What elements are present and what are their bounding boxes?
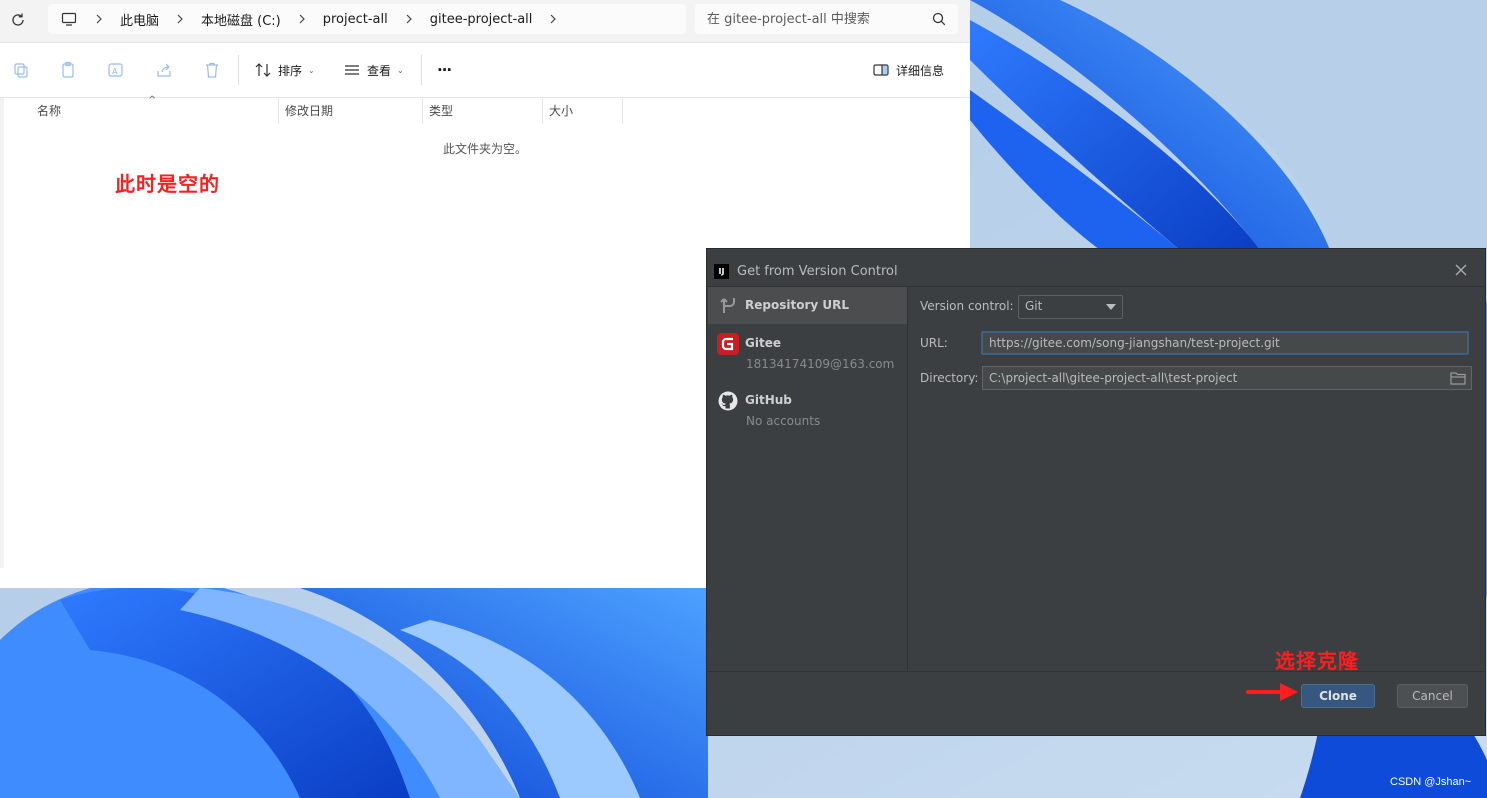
search-box[interactable] (695, 4, 958, 34)
directory-field[interactable] (982, 366, 1472, 390)
repository-url-form: Version control: Git URL: Directory: (908, 287, 1484, 671)
more-options-button[interactable]: ··· (437, 58, 452, 82)
directory-label: Directory: (920, 371, 979, 385)
close-button[interactable] (1452, 262, 1470, 280)
url-field[interactable] (981, 331, 1469, 355)
copy-icon[interactable] (60, 61, 78, 79)
chevron-right-icon (96, 14, 102, 24)
cancel-button[interactable]: Cancel (1397, 684, 1468, 708)
chevron-down-icon (1106, 304, 1116, 310)
navigation-pane-edge[interactable] (0, 98, 4, 568)
watermark: CSDN @Jshan~ (1390, 776, 1472, 788)
toolbar-divider (238, 55, 239, 85)
column-divider[interactable] (422, 98, 423, 124)
sort-icon (255, 63, 271, 77)
vcs-source-list: Repository URL Gitee 18134174109@163.com… (708, 287, 908, 671)
svg-text:A: A (112, 67, 118, 76)
empty-folder-message: 此文件夹为空。 (442, 142, 527, 156)
intellij-logo-icon: IJ (714, 264, 729, 279)
column-header-name[interactable]: 名称 (37, 98, 61, 124)
share-icon[interactable] (155, 61, 173, 79)
column-header-date[interactable]: 修改日期 (285, 98, 333, 124)
sidebar-item-account: 18134174109@163.com (746, 357, 895, 371)
breadcrumb-item[interactable]: 此电脑 (120, 10, 159, 29)
command-bar: A 排序 ⌄ 查看 ⌄ ··· 详细信息 (0, 43, 970, 98)
version-control-label: Version control: (920, 299, 1014, 313)
browse-folder-icon[interactable] (1450, 371, 1466, 385)
sort-button[interactable]: 排序 ⌄ (254, 58, 315, 82)
clone-button[interactable]: Clone (1301, 684, 1375, 708)
column-divider[interactable] (622, 98, 623, 124)
sidebar-item-gitee[interactable]: Gitee 18134174109@163.com (708, 324, 907, 381)
sidebar-item-label: GitHub (745, 393, 792, 407)
chevron-right-icon[interactable] (546, 12, 560, 26)
dialog-title: Get from Version Control (737, 264, 898, 279)
delete-icon[interactable] (203, 61, 221, 79)
refresh-icon (12, 13, 24, 26)
search-input[interactable] (707, 10, 922, 28)
computer-icon (60, 10, 78, 28)
breadcrumb[interactable]: 此电脑 本地磁盘 (C:) project-all gitee-project-… (48, 4, 686, 34)
column-divider[interactable] (278, 98, 279, 124)
details-label: 详细信息 (896, 63, 945, 78)
details-pane-button[interactable]: 详细信息 (872, 58, 944, 82)
column-header-type[interactable]: 类型 (429, 98, 453, 124)
breadcrumb-item[interactable]: 本地磁盘 (C:) (201, 10, 281, 29)
repository-url-icon (720, 298, 735, 313)
chevron-right-icon (177, 14, 183, 24)
sidebar-item-label: Repository URL (745, 298, 849, 312)
get-from-vcs-dialog: IJ Get from Version Control Repository U… (708, 258, 1484, 719)
chevron-right-icon (299, 14, 305, 24)
view-label: 查看 (367, 63, 392, 78)
column-header-size[interactable]: 大小 (549, 98, 573, 124)
dialog-title-bar[interactable]: IJ Get from Version Control (708, 258, 1484, 287)
toolbar-divider (421, 55, 422, 85)
rename-icon[interactable]: A (107, 61, 125, 79)
details-pane-icon (873, 64, 889, 76)
sidebar-item-github[interactable]: GitHub No accounts (708, 381, 907, 438)
sort-ascending-icon: ^ (148, 95, 157, 106)
version-control-dropdown[interactable]: Git (1018, 295, 1123, 319)
search-icon[interactable] (931, 11, 947, 27)
cut-icon[interactable] (12, 61, 30, 79)
address-bar: 此电脑 本地磁盘 (C:) project-all gitee-project-… (0, 0, 970, 43)
sidebar-item-label: Gitee (745, 336, 781, 350)
column-header-row: ^ 名称 修改日期 类型 大小 (0, 95, 970, 124)
column-divider[interactable] (542, 98, 543, 124)
ide-background-strip (1008, 718, 1484, 734)
url-label: URL: (920, 336, 948, 350)
annotation-text: 选择克隆 (1275, 649, 1359, 673)
sidebar-item-repository-url[interactable]: Repository URL (708, 287, 907, 324)
chevron-right-icon (406, 14, 412, 24)
dialog-footer: Clone Cancel (708, 671, 1484, 719)
github-icon (718, 391, 738, 411)
close-icon (1455, 264, 1467, 276)
chevron-down-icon: ⌄ (397, 65, 404, 75)
annotation-arrow-icon (1246, 683, 1298, 701)
gitee-icon (717, 333, 739, 355)
annotation-text: 此时是空的 (115, 172, 220, 196)
refresh-button[interactable] (8, 10, 28, 30)
chevron-down-icon: ⌄ (308, 65, 315, 75)
view-list-icon (345, 65, 359, 75)
version-control-value: Git (1025, 299, 1043, 313)
breadcrumb-item[interactable]: gitee-project-all (430, 12, 533, 27)
sort-label: 排序 (278, 63, 303, 78)
breadcrumb-item[interactable]: project-all (323, 12, 388, 27)
view-button[interactable]: 查看 ⌄ (343, 58, 404, 82)
sidebar-item-account: No accounts (746, 414, 821, 428)
